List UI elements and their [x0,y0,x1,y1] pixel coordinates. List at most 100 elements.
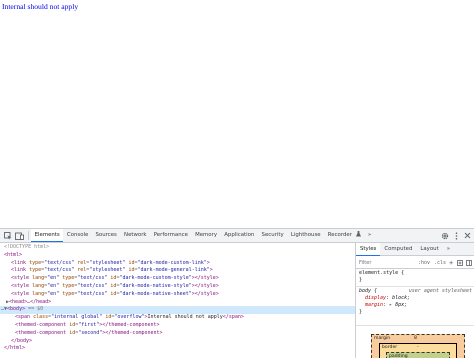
tab-security[interactable]: Security [258,229,287,242]
attr-value: text/css [47,259,72,266]
dom-node-html-close[interactable]: </html> [0,345,355,353]
tab-layout[interactable]: Layout [416,243,442,256]
tab-recorder-label: Recorder [327,232,352,238]
tab-styles[interactable]: Styles [356,243,381,256]
css-value: block; [392,295,411,301]
tab-performance[interactable]: Performance [150,229,191,242]
box-model-border: border - padding - [379,343,457,358]
inspect-icon[interactable] [3,229,13,242]
expand-triangle-icon[interactable]: ▶ [0,299,9,305]
elements-tree: <!DOCTYPE html> <html> <link type="text/… [0,243,355,358]
sidebar-tabs: Styles Computed Layout » [356,243,474,256]
css-property: display [365,295,387,301]
tab-lighthouse[interactable]: Lighthouse [287,229,324,242]
html-close-tag: </html> [4,345,26,352]
box-model-margin-value[interactable]: 8 [414,336,417,341]
styles-filter-input[interactable] [359,259,411,267]
attr-value: dark-mode-custom-style [122,275,189,282]
head-collapsed: <head>…</head> [9,298,52,305]
devtools-toolbar: Elements Console Sources Network Perform… [0,229,474,243]
dom-node-body-close[interactable]: </body> [0,338,355,346]
body-ua-rule[interactable]: body { user agent stylesheet display: bl… [356,288,474,320]
attr-value: dark-mode-native-sheet [122,290,189,297]
hov-button[interactable]: :hov [418,258,430,268]
new-rule-button[interactable]: + [449,258,453,268]
attr-value: stylesheet [92,267,123,274]
attr-value: stylesheet [92,259,123,266]
more-menu-icon[interactable] [452,229,460,242]
dom-node-style[interactable]: <style lang="en" type="text/css" id="dar… [0,275,355,283]
attr-value: internal global [54,314,100,321]
tab-console[interactable]: Console [63,229,92,242]
toolbar-divider [28,231,29,240]
attr-value: en [50,290,57,297]
devtools-tabs: Elements Console Sources Network Perform… [31,229,375,242]
dom-node-style[interactable]: <style lang="en" type="text/css" id="dar… [0,283,355,291]
attr-value: dark-mode-custom-link [140,259,204,266]
attr-value: en [50,275,57,282]
css-declaration: display: block; [365,295,411,301]
tab-computed[interactable]: Computed [380,243,416,256]
tab-elements[interactable]: Elements [31,229,64,242]
attr-value: text/css [80,283,105,289]
body-open-tag: <body> [7,306,26,313]
sidebar-toggle-icon[interactable] [466,258,472,268]
attr-value: text/css [80,290,105,297]
more-tabs-button[interactable]: » [364,229,375,242]
body-selector: body { [359,288,378,294]
attr-value: second [81,329,100,336]
body-rule-close: } [359,309,363,315]
styles-filter-bar: :hov .cls + [356,257,474,269]
span-text: Internal should not apply [147,314,223,321]
settings-gear-icon[interactable] [440,229,450,242]
element-style-rule[interactable]: element.style { } [356,270,474,286]
element-style-selector: element.style { [359,270,405,276]
ua-source-label: user agent stylesheet [408,288,472,294]
tab-recorder[interactable]: Recorder [324,229,364,242]
dom-node-link[interactable]: <link type="text/css" rel="stylesheet" i… [0,260,355,268]
box-model-diagram: margin 8 border - padding - [371,334,465,358]
tab-application[interactable]: Application [221,229,258,242]
attr-value: text/css [47,267,72,274]
doctype-text: <!DOCTYPE html> [4,244,50,250]
css-value: 8px; [395,302,408,308]
page-text[interactable]: Internal should not apply [2,2,78,11]
selected-marker: == $0 [28,306,44,313]
tab-network[interactable]: Network [120,229,150,242]
css-declaration: margin: ▸ 8px; [365,302,408,308]
close-icon[interactable] [462,229,472,242]
html-open-tag: <html> [4,251,23,258]
recorder-flask-icon [354,231,361,238]
dom-node-span[interactable]: <span class="internal global" id="overfl… [0,314,355,322]
tab-sources[interactable]: Sources [92,229,121,242]
devtools-panel: Elements Console Sources Network Perform… [0,228,474,358]
box-model-border-value[interactable]: - [417,345,419,350]
attr-value: dark-mode-native-style [122,283,189,289]
sidebar-more-button[interactable]: » [443,243,454,256]
dom-node-html[interactable]: <html> [0,252,355,260]
dom-node-style[interactable]: <style lang="en" type="text/css" id="dar… [0,291,355,299]
box-model-border-label: border [382,345,398,350]
dom-node-themed-component[interactable]: <themed-component id="second"></themed-c… [0,330,355,338]
body-close-tag: </body> [11,337,33,344]
dom-node-body-selected[interactable]: …▼<body> == $0 [0,306,355,315]
styles-sidebar: Styles Computed Layout » :hov .cls + ele… [355,243,474,358]
expand-arrow-icon[interactable]: ▸ [389,302,392,308]
element-style-close: } [359,277,363,283]
toggle-render-icon[interactable] [457,258,463,268]
tab-memory[interactable]: Memory [192,229,221,242]
dom-node-link[interactable]: <link type="text/css" rel="stylesheet" i… [0,267,355,275]
device-toolbar-icon[interactable] [14,229,24,242]
dom-node-doctype[interactable]: <!DOCTYPE html> [0,244,355,252]
box-model-padding-label: padding [389,354,408,358]
box-model-padding: padding - [386,352,450,358]
rule-divider [356,286,474,287]
cls-button[interactable]: .cls [434,258,446,268]
rule-divider [356,325,474,326]
page-viewport: Internal should not apply [0,0,474,228]
attr-value: overflow [117,314,142,321]
attr-value: text/css [80,275,105,282]
attr-value: en [50,283,57,289]
dom-node-themed-component[interactable]: <themed-component id="first"></themed-co… [0,322,355,330]
dom-node-head[interactable]: ▶<head>…</head> [0,299,355,307]
